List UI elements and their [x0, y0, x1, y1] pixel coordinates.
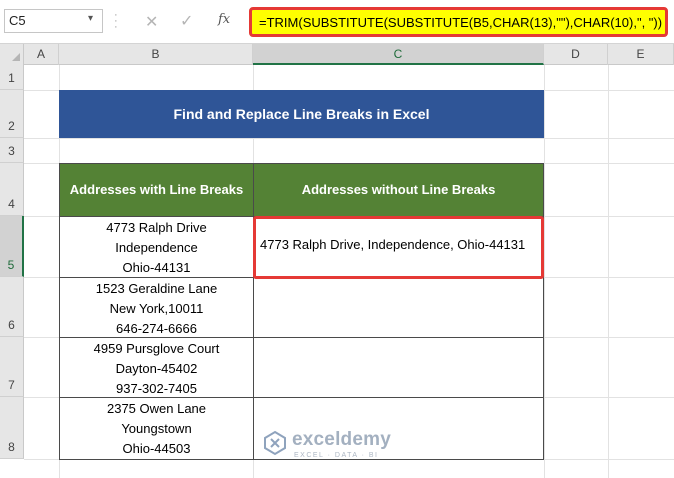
- table-header-without-breaks[interactable]: Addresses without Line Breaks: [253, 163, 544, 217]
- row-header-5[interactable]: 5: [0, 216, 24, 277]
- table-cell-result[interactable]: [253, 277, 544, 338]
- row-header-4[interactable]: 4: [0, 163, 24, 216]
- name-box-value[interactable]: C5: [9, 13, 26, 28]
- table-cell-address[interactable]: 4959 Pursglove Court Dayton-45402 937-302-…: [59, 337, 254, 398]
- table-cell-address[interactable]: 1523 Geraldine Lane New York,10011 646-274…: [59, 277, 254, 338]
- row-header-8[interactable]: 8: [0, 397, 24, 459]
- exceldemy-logo-icon: [264, 430, 286, 456]
- sheet-title[interactable]: Find and Replace Line Breaks in Excel: [59, 90, 544, 138]
- gridline: [608, 65, 609, 478]
- chevron-down-icon[interactable]: ▾: [88, 13, 93, 24]
- column-header-d[interactable]: D: [544, 44, 608, 65]
- table-cell-address[interactable]: 4773 Ralph Drive Independence Ohio-44131: [59, 216, 254, 278]
- table-header-with-breaks[interactable]: Addresses with Line Breaks: [59, 163, 254, 217]
- formula-input[interactable]: =TRIM(SUBSTITUTE(SUBSTITUTE(B5,CHAR(13),…: [249, 7, 668, 37]
- row-header-6[interactable]: 6: [0, 277, 24, 337]
- resize-handle-icon[interactable]: · · ·: [114, 10, 118, 33]
- insert-function-icon[interactable]: fx: [218, 12, 230, 27]
- table-cell-address[interactable]: 2375 Owen Lane Youngstown Ohio-44503: [59, 397, 254, 460]
- enter-check-icon[interactable]: ✓: [180, 11, 193, 31]
- row-header-2[interactable]: 2: [0, 90, 24, 138]
- watermark-tagline: EXCEL · DATA · BI: [294, 452, 379, 459]
- row-header-7[interactable]: 7: [0, 337, 24, 397]
- row-header-3[interactable]: 3: [0, 138, 24, 163]
- column-header-a[interactable]: A: [24, 44, 59, 65]
- gridline: [544, 65, 545, 478]
- column-header-c[interactable]: C: [253, 44, 544, 65]
- table-cell-result[interactable]: [253, 337, 544, 398]
- column-header-b[interactable]: B: [59, 44, 253, 65]
- result-text[interactable]: 4773 Ralph Drive, Independence, Ohio-441…: [260, 237, 525, 252]
- column-header-e[interactable]: E: [608, 44, 674, 65]
- select-all-triangle-icon: [12, 53, 20, 61]
- row-header-1[interactable]: 1: [0, 65, 24, 90]
- cancel-icon[interactable]: ✕: [145, 12, 158, 32]
- gridline: [24, 138, 674, 139]
- watermark-name: exceldemy: [292, 429, 391, 450]
